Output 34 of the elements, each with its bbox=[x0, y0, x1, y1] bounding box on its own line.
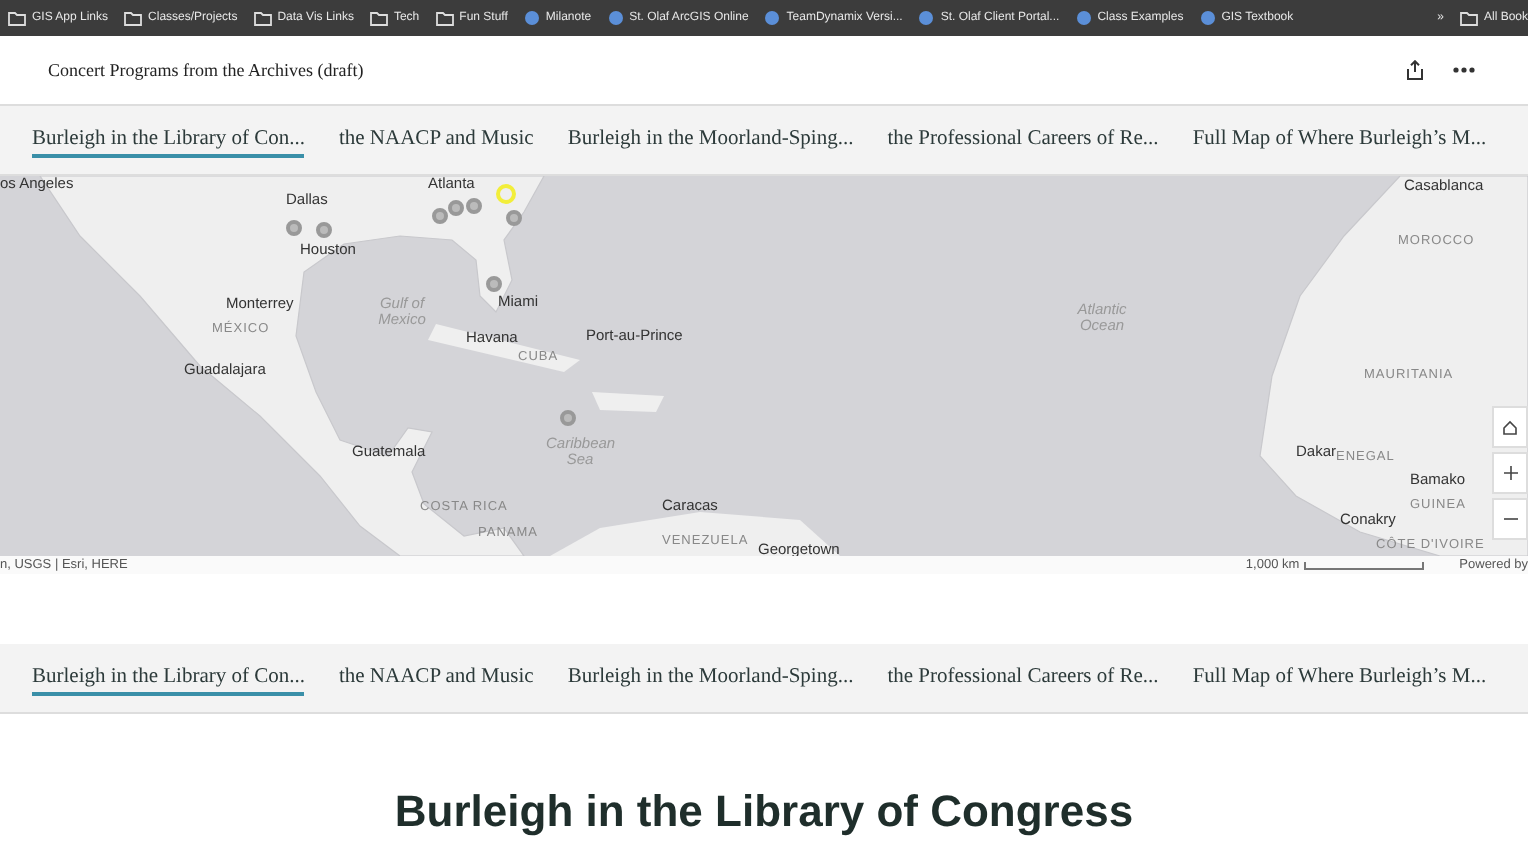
nav-tab[interactable]: the NAACP and Music bbox=[338, 123, 534, 157]
nav-tab[interactable]: Full Map of Where Burleigh’s M... bbox=[1192, 123, 1487, 157]
folder-icon bbox=[435, 11, 454, 25]
section-heading: Burleigh in the Library of Congress bbox=[392, 786, 1136, 838]
folder-icon bbox=[8, 11, 26, 25]
site-icon bbox=[918, 10, 935, 26]
folder-icon bbox=[369, 11, 388, 25]
home-icon bbox=[1502, 419, 1518, 435]
nav-tab[interactable]: Burleigh in the Library of Con... bbox=[32, 123, 305, 157]
plus-icon bbox=[1503, 466, 1517, 480]
home-button[interactable] bbox=[1492, 406, 1528, 448]
nav-tab[interactable]: Full Map of Where Burleigh’s M... bbox=[1192, 661, 1487, 695]
folder-icon bbox=[253, 11, 272, 25]
nav-tab[interactable]: the Professional Careers of Re... bbox=[887, 123, 1159, 157]
story-title: Concert Programs from the Archives (draft) bbox=[48, 60, 366, 80]
site-icon bbox=[523, 10, 540, 26]
more-icon bbox=[1452, 66, 1476, 74]
nav-tab[interactable]: Burleigh in the Moorland-Sping... bbox=[567, 123, 854, 157]
nav-tab[interactable]: Burleigh in the Library of Con... bbox=[32, 661, 305, 695]
more-options-button[interactable] bbox=[1448, 62, 1480, 78]
site-icon bbox=[764, 10, 781, 26]
share-icon bbox=[1406, 60, 1424, 80]
site-icon bbox=[607, 10, 624, 26]
site-icon bbox=[1199, 10, 1216, 26]
nav-tab[interactable]: the NAACP and Music bbox=[338, 661, 534, 695]
zoom-in-button[interactable] bbox=[1492, 452, 1528, 494]
share-button[interactable] bbox=[1402, 56, 1428, 84]
nav-tab[interactable]: Burleigh in the Moorland-Sping... bbox=[567, 661, 854, 695]
nav-tab[interactable]: the Professional Careers of Re... bbox=[887, 661, 1159, 695]
site-icon bbox=[1075, 10, 1092, 26]
folder-icon bbox=[124, 11, 143, 25]
minus-icon bbox=[1503, 512, 1517, 526]
folder-icon bbox=[1459, 11, 1478, 25]
scale-bar bbox=[1303, 561, 1424, 569]
